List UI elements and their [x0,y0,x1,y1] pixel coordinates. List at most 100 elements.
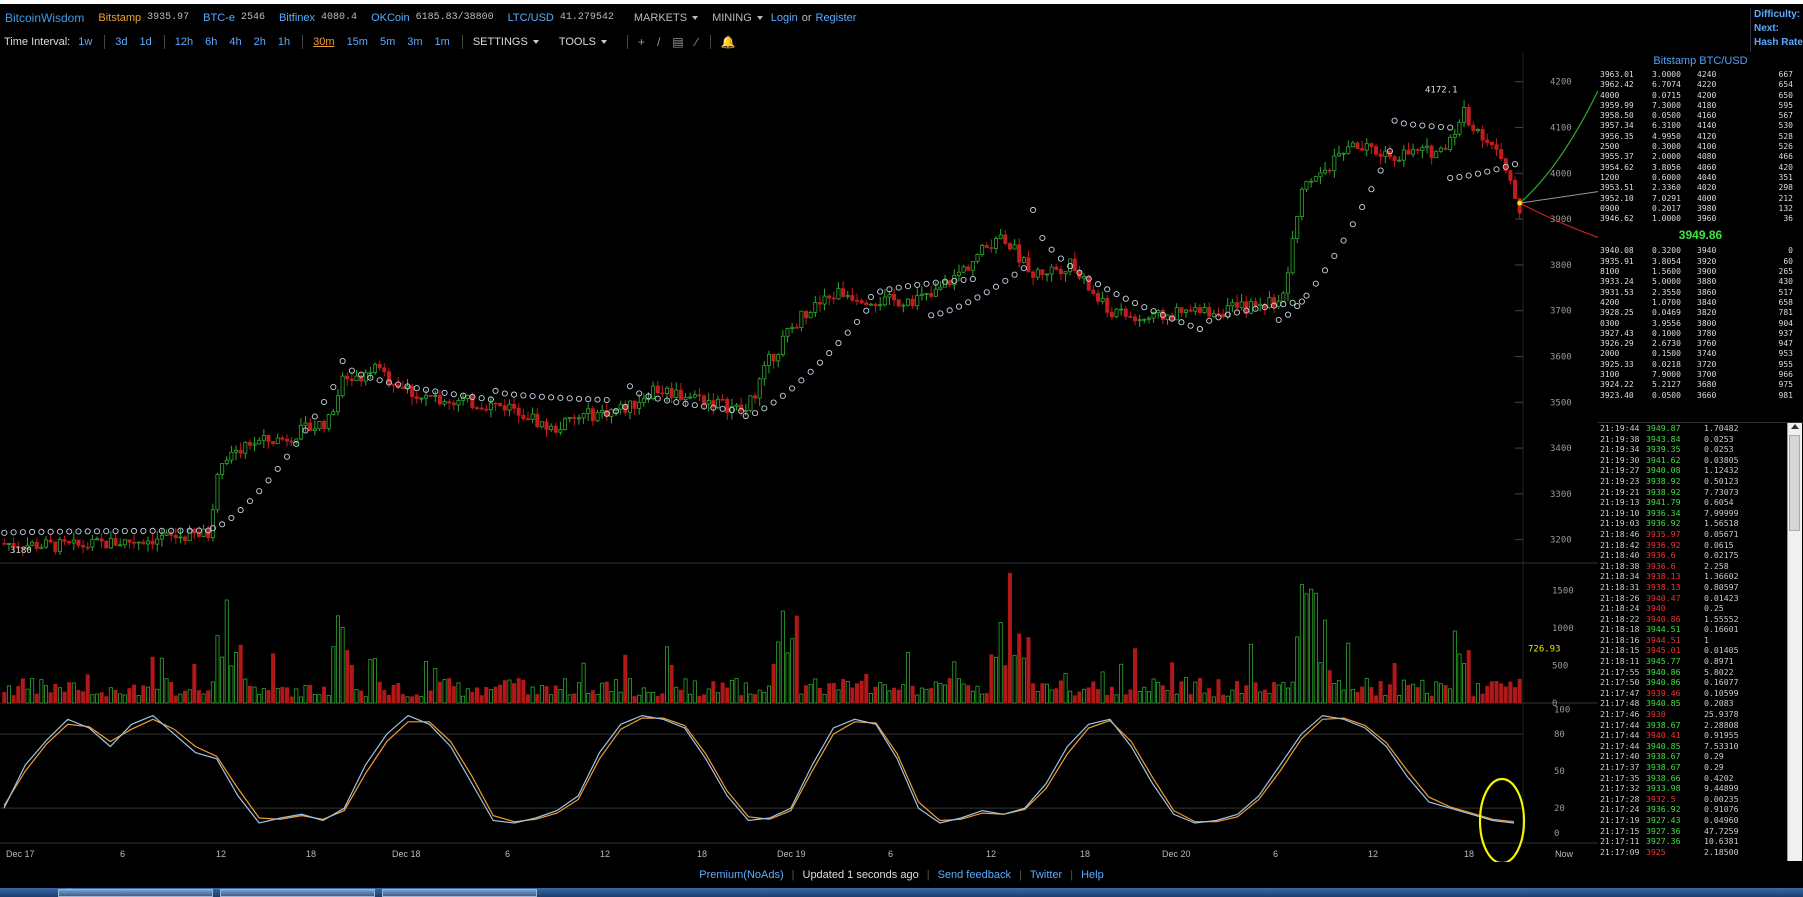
sar-dot [751,410,759,417]
premium-link[interactable]: Premium(NoAds) [699,869,783,881]
candle-body [776,354,781,362]
crosshair-icon[interactable]: + [638,35,645,49]
markets-menu[interactable]: MARKETS [634,12,699,24]
sar-dot [1474,170,1482,177]
volume-bar [1109,686,1114,704]
trade-price: 3943.84 [1646,433,1681,444]
sar-dot [779,392,786,399]
trade-history-scrollbar[interactable] [1787,423,1802,861]
volume-bar [465,688,470,704]
volume-bar [618,691,623,704]
volume-bar [451,686,456,704]
brand-logo[interactable]: BitcoinWisdom [5,11,84,25]
fibonacci-icon[interactable]: ∕ [696,35,698,49]
candle-body [1063,271,1068,275]
sar-dot [520,392,527,399]
tools-menu[interactable]: TOOLS [559,36,607,48]
candle-body [1313,176,1318,182]
candle-body [280,437,285,440]
mining-menu[interactable]: MINING [712,12,763,24]
exchange-ltcusd[interactable]: LTC/USD [508,12,554,24]
candle-body [1184,309,1189,313]
trade-row: 21:17:48 3940.85 0.2083 [1598,698,1803,709]
volume-bar [998,622,1003,704]
interval-5m[interactable]: 5m [380,36,395,48]
exchange-btce[interactable]: BTC-e [203,12,235,24]
taskbar-item[interactable] [58,889,213,897]
bid-cell: 3923.40 [1600,390,1634,400]
login-link[interactable]: Login [771,12,798,24]
ask-cell: 3954.62 [1600,162,1634,172]
sar-dot [19,529,26,536]
exchange-bitfinex[interactable]: Bitfinex [279,12,315,24]
twitter-link[interactable]: Twitter [1030,869,1062,881]
volume-bar [859,680,864,704]
candle-body [1295,216,1300,240]
candle-body [637,402,642,409]
draw-line-icon[interactable]: / [657,35,660,49]
interval-1w[interactable]: 1w [78,36,92,48]
network-info: Difficulty: Next: Hash Rate [1750,8,1803,52]
interval-15m[interactable]: 15m [347,36,368,48]
sar-dot [1284,311,1292,318]
volume-bar [118,693,123,704]
sar-dot [413,385,420,392]
candle-body [882,296,887,306]
interval-2h[interactable]: 2h [254,36,266,48]
candle-body [1012,244,1017,250]
price-chart[interactable]: 4172.1 3180 726.93 3200 3300 3400 3500 3600 37… [0,53,1598,862]
volume-bar [1253,682,1258,704]
ask-cell: 4240 [1697,70,1717,79]
trade-amount: 47.7259 [1704,825,1739,836]
trade-time: 21:19:23 [1600,475,1640,486]
candle-body [1021,257,1026,263]
ask-row: 3956.35 4.9950 4120 528 [1598,132,1803,142]
volume-bar [623,654,628,704]
bid-cell: 3100 [1600,370,1620,380]
interval-12h[interactable]: 12h [175,36,193,48]
volume-bar [243,678,248,704]
volume-bar [1355,692,1360,704]
interval-1d[interactable]: 1d [140,36,152,48]
scroll-up-icon[interactable] [1791,424,1799,429]
interval-3m[interactable]: 3m [407,36,422,48]
interval-1h[interactable]: 1h [278,36,290,48]
volume-bar [512,683,517,704]
bid-cell: 3940 [1697,246,1717,256]
horizontal-lines-icon[interactable]: ▤ [672,35,683,49]
register-link[interactable]: Register [816,12,857,24]
price-tick-label: 3200 [1550,536,1572,546]
trade-row: 21:17:50 3940.86 0.16077 [1598,677,1803,688]
trade-time: 21:19:27 [1600,465,1640,476]
volume-bar [266,690,271,704]
exchange-bitstamp[interactable]: Bitstamp [98,12,141,24]
volume-bar [956,678,961,704]
exchange-okcoin[interactable]: OKCoin [371,12,410,24]
sar-dot [47,528,54,535]
volume-bar [164,678,169,704]
candle-body [794,326,799,329]
candle-body [590,408,595,422]
scroll-thumb[interactable] [1789,435,1800,531]
interval-30m[interactable]: 30m [313,36,334,48]
trade-price: 3938.67 [1646,719,1681,730]
interval-6h[interactable]: 6h [205,36,217,48]
bell-icon[interactable]: 🔔 [721,35,736,49]
help-link[interactable]: Help [1081,869,1104,881]
candle-body [39,546,44,549]
candle-body [141,541,146,545]
interval-3d[interactable]: 3d [115,36,127,48]
volume-bar [1429,695,1434,704]
taskbar-item[interactable] [220,889,375,897]
interval-4h[interactable]: 4h [229,36,241,48]
volume-bar [1480,693,1485,704]
taskbar-item[interactable] [382,889,537,897]
feedback-link[interactable]: Send feedback [938,869,1011,881]
settings-menu[interactable]: SETTINGS [473,36,539,48]
trade-row: 21:18:15 3945.01 0.01405 [1598,645,1803,656]
bid-cell: 0.0500 [1652,390,1681,400]
bid-cell: 3.9556 [1652,318,1681,328]
sar-dot [1178,319,1185,326]
interval-1m[interactable]: 1m [435,36,450,48]
tools-menu-label: TOOLS [558,36,596,48]
